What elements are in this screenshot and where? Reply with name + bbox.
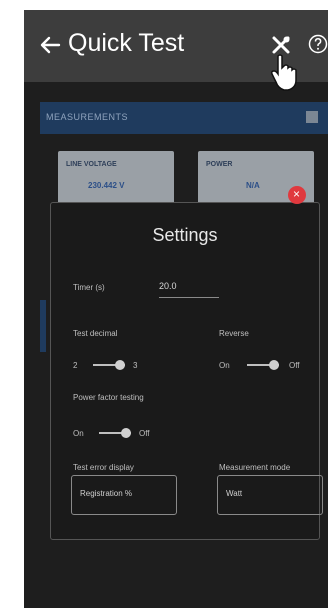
measurement-mode-value: Watt xyxy=(226,489,243,498)
side-accent xyxy=(40,300,46,352)
dialog-title: Settings xyxy=(152,225,218,245)
test-decimal-right: 3 xyxy=(133,361,138,370)
page-title: Quick Test xyxy=(68,29,185,57)
measurements-label: MEASUREMENTS xyxy=(46,112,129,122)
expand-icon[interactable] xyxy=(306,111,318,123)
help-icon[interactable] xyxy=(308,34,328,54)
back-arrow-icon[interactable] xyxy=(39,34,61,56)
power-factor-right: Off xyxy=(139,429,150,438)
test-error-display-select[interactable]: Registration % xyxy=(71,475,177,515)
tile-label: LINE VOLTAGE xyxy=(66,161,117,168)
test-error-display-label: Test error display xyxy=(73,463,134,472)
measurement-mode-select[interactable]: Watt xyxy=(217,475,323,515)
close-icon[interactable]: × xyxy=(288,186,306,204)
power-factor-toggle[interactable] xyxy=(99,426,131,440)
test-error-display-value: Registration % xyxy=(80,489,133,498)
tile-label: POWER xyxy=(206,161,233,168)
pointer-hand-icon xyxy=(271,54,297,91)
measurements-header[interactable]: MEASUREMENTS xyxy=(40,102,328,134)
reverse-right: Off xyxy=(289,361,300,370)
power-factor-left: On xyxy=(73,429,84,438)
device-screen: Quick Test MEASUREMENTS LINE VOLTAGE 230… xyxy=(24,10,328,608)
measurement-mode-label: Measurement mode xyxy=(219,463,291,472)
timer-input[interactable]: 20.0 xyxy=(159,281,177,291)
reverse-left: On xyxy=(219,361,230,370)
power-factor-label: Power factor testing xyxy=(73,393,144,402)
timer-underline xyxy=(159,297,219,298)
tile-value: N/A xyxy=(246,181,260,190)
test-decimal-toggle[interactable] xyxy=(93,358,125,372)
tile-value: 230.442 V xyxy=(88,181,125,190)
test-decimal-left: 2 xyxy=(73,361,78,370)
reverse-toggle[interactable] xyxy=(247,358,279,372)
timer-label: Timer (s) xyxy=(73,283,105,292)
reverse-label: Reverse xyxy=(219,329,249,338)
settings-dialog: Settings Timer (s) 20.0 Test decimal 2 3… xyxy=(50,202,323,540)
test-decimal-label: Test decimal xyxy=(73,329,118,338)
